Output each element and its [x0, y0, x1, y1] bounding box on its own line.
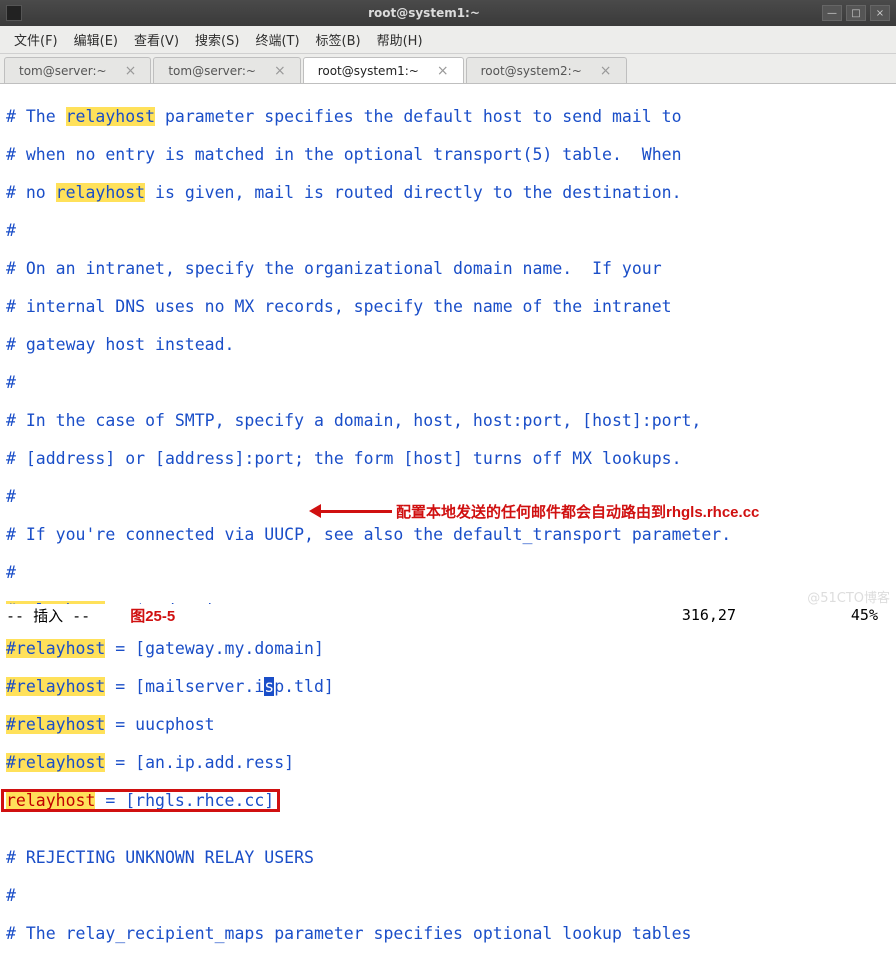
menu-help[interactable]: 帮助(H) [369, 26, 431, 53]
arrow-left-icon [312, 510, 392, 513]
highlight-relayhost-active: relayhost [6, 791, 95, 810]
code-line: # internal DNS uses no MX records, speci… [6, 297, 890, 316]
scroll-percent: 45% [851, 606, 878, 624]
code-line: relayhost = [rhgls.rhce.cc] [6, 791, 890, 810]
code-line: # [6, 563, 890, 582]
close-button[interactable]: × [870, 5, 890, 21]
code-line: # [6, 221, 890, 240]
code-line: # gateway host instead. [6, 335, 890, 354]
menu-search[interactable]: 搜索(S) [187, 26, 247, 53]
code-line: # [6, 373, 890, 392]
highlight-hashrelayhost: #relayhost [6, 639, 105, 658]
tab-1[interactable]: tom@server:~ × [153, 57, 300, 83]
menu-tag[interactable]: 标签(B) [308, 26, 369, 53]
annotation-callout: 配置本地发送的任何邮件都会自动路由到rhgls.rhce.cc [312, 501, 759, 522]
tab-0[interactable]: tom@server:~ × [4, 57, 151, 83]
tabbar: tom@server:~ × tom@server:~ × root@system1… [0, 54, 896, 84]
tab-close-icon[interactable]: × [600, 63, 612, 79]
app-icon [6, 5, 22, 21]
highlight-hashrelayhost: #relayhost [6, 677, 105, 696]
window-titlebar: root@system1:~ — □ × [0, 0, 896, 26]
cursor-position: 316,27 [682, 606, 736, 624]
menubar: 文件(F) 编辑(E) 查看(V) 搜索(S) 终端(T) 标签(B) 帮助(H… [0, 26, 896, 54]
code-line: #relayhost = [mailserver.isp.tld] [6, 677, 890, 696]
tab-label: root@system2:~ [481, 64, 582, 78]
tab-close-icon[interactable]: × [125, 63, 137, 79]
menu-terminal[interactable]: 终端(T) [247, 26, 307, 53]
tab-2[interactable]: root@system1:~ × [303, 57, 464, 83]
code-line: # no relayhost is given, mail is routed … [6, 183, 890, 202]
code-line: #relayhost = [an.ip.add.ress] [6, 753, 890, 772]
code-line: # If you're connected via UUCP, see also… [6, 525, 890, 544]
watermark: @51CTO博客 [807, 587, 890, 606]
minimize-button[interactable]: — [822, 5, 842, 21]
tab-label: tom@server:~ [19, 64, 107, 78]
tab-label: root@system1:~ [318, 64, 419, 78]
highlight-hashrelayhost: #relayhost [6, 753, 105, 772]
annotation-text: 配置本地发送的任何邮件都会自动路由到rhgls.rhce.cc [396, 501, 759, 522]
figure-label: 图25-5 [130, 605, 175, 626]
code-line: # [6, 886, 890, 905]
vim-cursor: s [264, 677, 274, 696]
code-line: #relayhost = [gateway.my.domain] [6, 639, 890, 658]
terminal-area[interactable]: # The relayhost parameter specifies the … [0, 84, 896, 962]
code-line: # The relayhost parameter specifies the … [6, 107, 890, 126]
tab-close-icon[interactable]: × [437, 63, 449, 79]
tab-label: tom@server:~ [168, 64, 256, 78]
code-line: #relayhost = uucphost [6, 715, 890, 734]
menu-file[interactable]: 文件(F) [6, 26, 66, 53]
code-line: # [address] or [address]:port; the form … [6, 449, 890, 468]
menu-edit[interactable]: 编辑(E) [66, 26, 126, 53]
menu-view[interactable]: 查看(V) [126, 26, 187, 53]
code-line: # REJECTING UNKNOWN RELAY USERS [6, 848, 890, 867]
vim-statusline: -- 插入 -- 图25-5 316,27 45% [0, 604, 896, 626]
code-line: # The relay_recipient_maps parameter spe… [6, 924, 890, 943]
maximize-button[interactable]: □ [846, 5, 866, 21]
code-line: # In the case of SMTP, specify a domain,… [6, 411, 890, 430]
highlight-relayhost: relayhost [56, 183, 145, 202]
highlight-relayhost: relayhost [66, 107, 155, 126]
highlight-hashrelayhost: #relayhost [6, 715, 105, 734]
code-line: # when no entry is matched in the option… [6, 145, 890, 164]
tab-close-icon[interactable]: × [274, 63, 286, 79]
vim-mode: -- 插入 -- [6, 605, 90, 626]
code-line: # On an intranet, specify the organizati… [6, 259, 890, 278]
tab-3[interactable]: root@system2:~ × [466, 57, 627, 83]
window-title: root@system1:~ [30, 6, 818, 20]
